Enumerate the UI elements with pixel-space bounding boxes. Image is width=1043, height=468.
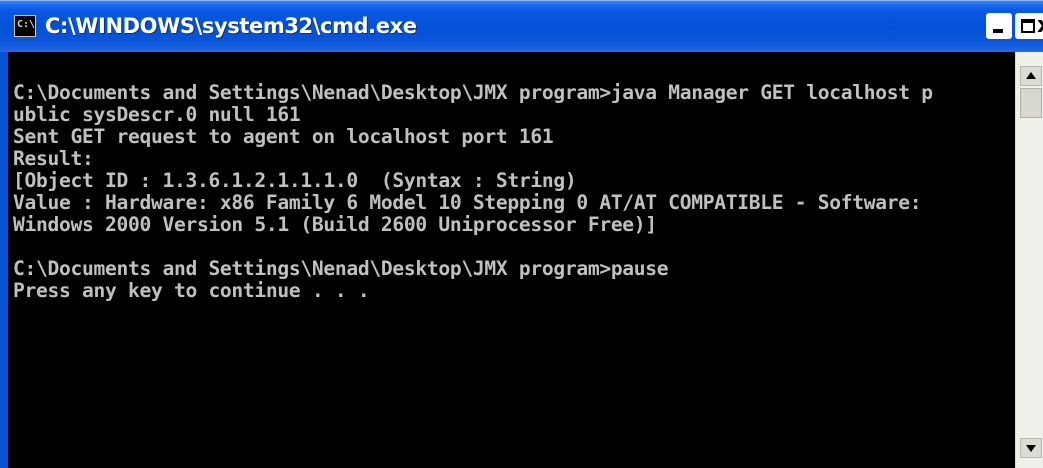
minimize-button[interactable] bbox=[986, 13, 1012, 39]
console-line: ublic sysDescr.0 null 161 bbox=[13, 103, 301, 126]
console-line: [Object ID : 1.3.6.1.2.1.1.1.0 (Syntax :… bbox=[13, 169, 577, 192]
scroll-down-arrow-icon bbox=[1026, 445, 1036, 452]
console-line: Sent GET request to agent on localhost p… bbox=[13, 125, 554, 148]
cmd-window: C:\ C:\WINDOWS\system32\cmd.exe x C:\Doc… bbox=[0, 0, 1043, 468]
console-lines: C:\Documents and Settings\Nenad\Desktop\… bbox=[13, 82, 933, 302]
close-icon: x bbox=[1037, 14, 1043, 38]
title-bar[interactable]: C:\ C:\WINDOWS\system32\cmd.exe x bbox=[0, 0, 1043, 52]
console-line: C:\Documents and Settings\Nenad\Desktop\… bbox=[13, 81, 933, 104]
cmd-icon-label: C:\ bbox=[17, 19, 36, 30]
console-line: Press any key to continue . . . bbox=[13, 279, 370, 302]
window-left-border bbox=[0, 52, 8, 468]
close-button[interactable]: x bbox=[1035, 13, 1043, 39]
cmd-icon[interactable]: C:\ bbox=[14, 15, 36, 37]
scroll-thumb[interactable] bbox=[1020, 88, 1042, 118]
scroll-down-button[interactable] bbox=[1020, 438, 1042, 458]
scroll-up-arrow-icon bbox=[1026, 72, 1036, 79]
console-output[interactable]: C:\Documents and Settings\Nenad\Desktop\… bbox=[8, 52, 1015, 468]
vertical-scrollbar[interactable] bbox=[1015, 52, 1043, 468]
scroll-up-button[interactable] bbox=[1020, 66, 1042, 86]
console-line: C:\Documents and Settings\Nenad\Desktop\… bbox=[13, 257, 669, 280]
maximize-icon bbox=[1021, 19, 1035, 33]
console-line: Value : Hardware: x86 Family 6 Model 10 … bbox=[13, 191, 922, 214]
console-line: Result: bbox=[13, 147, 94, 170]
window-title: C:\WINDOWS\system32\cmd.exe bbox=[45, 14, 417, 38]
minimize-icon bbox=[993, 29, 1003, 33]
console-line: Windows 2000 Version 5.1 (Build 2600 Uni… bbox=[13, 213, 657, 236]
